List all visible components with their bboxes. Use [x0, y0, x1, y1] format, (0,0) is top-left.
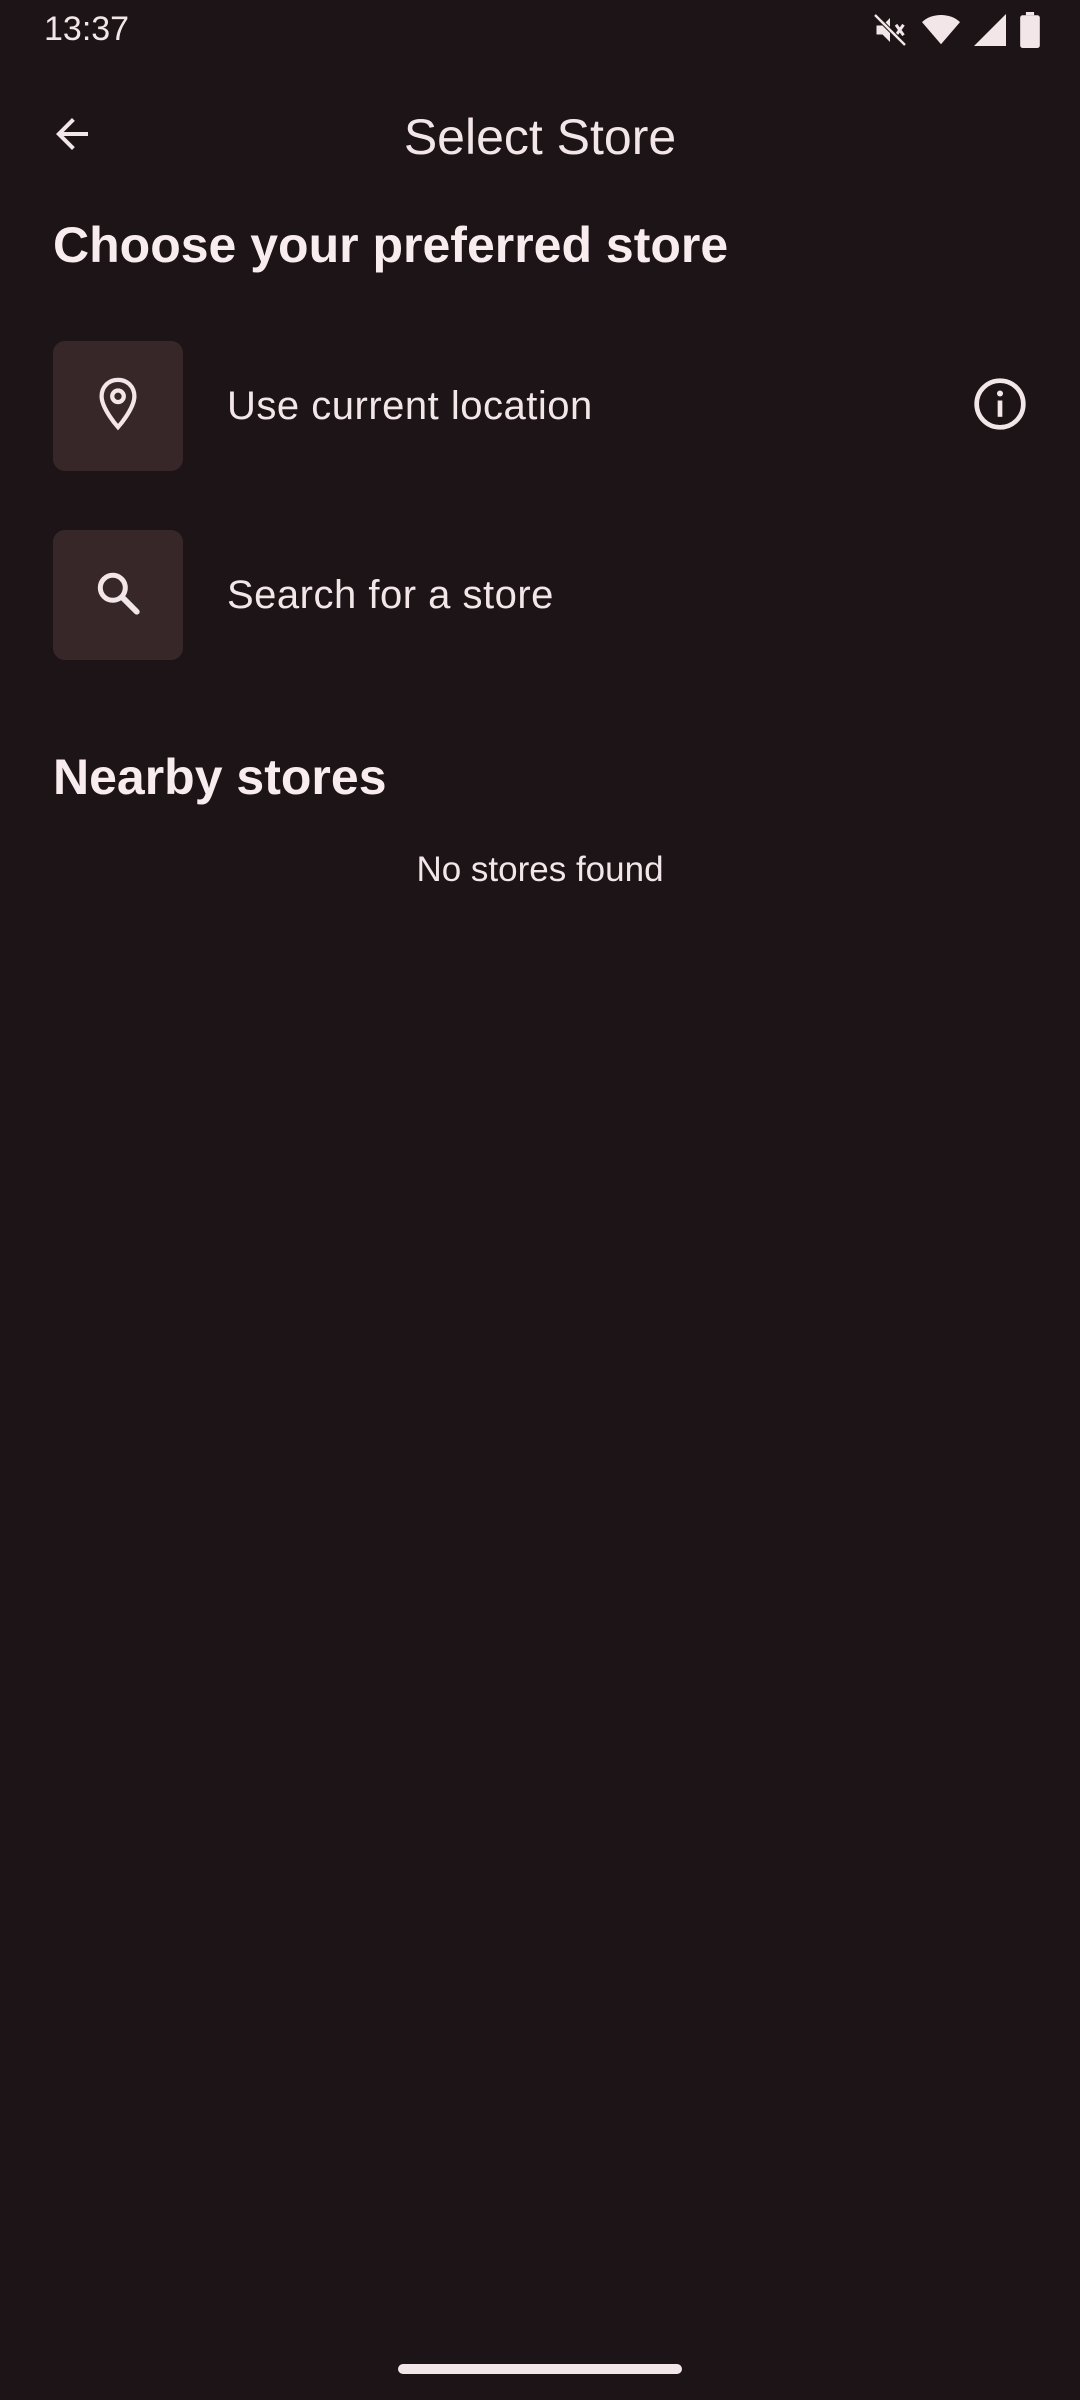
location-tile [53, 341, 183, 471]
use-current-location-option[interactable]: Use current location [53, 341, 1040, 471]
app-bar: Select Store [0, 92, 1080, 180]
choose-store-heading: Choose your preferred store [53, 217, 729, 273]
mute-icon [872, 12, 908, 53]
status-bar: 13:37 [0, 0, 1080, 62]
info-icon [972, 376, 1028, 437]
search-store-option[interactable]: Search for a store [53, 530, 1040, 660]
search-tile [53, 530, 183, 660]
signal-icon [974, 13, 1006, 52]
search-icon [93, 568, 143, 623]
location-info-button[interactable] [960, 366, 1040, 446]
battery-icon [1020, 12, 1040, 53]
wifi-icon [922, 13, 960, 52]
status-icons [872, 12, 1040, 53]
home-indicator[interactable] [398, 2364, 682, 2374]
page-title: Select Store [403, 109, 677, 165]
use-current-location-label: Use current location [227, 383, 593, 428]
nearby-stores-heading: Nearby stores [53, 749, 387, 805]
search-store-label: Search for a store [227, 572, 554, 617]
status-time: 13:37 [44, 10, 130, 48]
empty-state-message: No stores found [416, 850, 664, 889]
location-pin-icon [94, 377, 142, 436]
